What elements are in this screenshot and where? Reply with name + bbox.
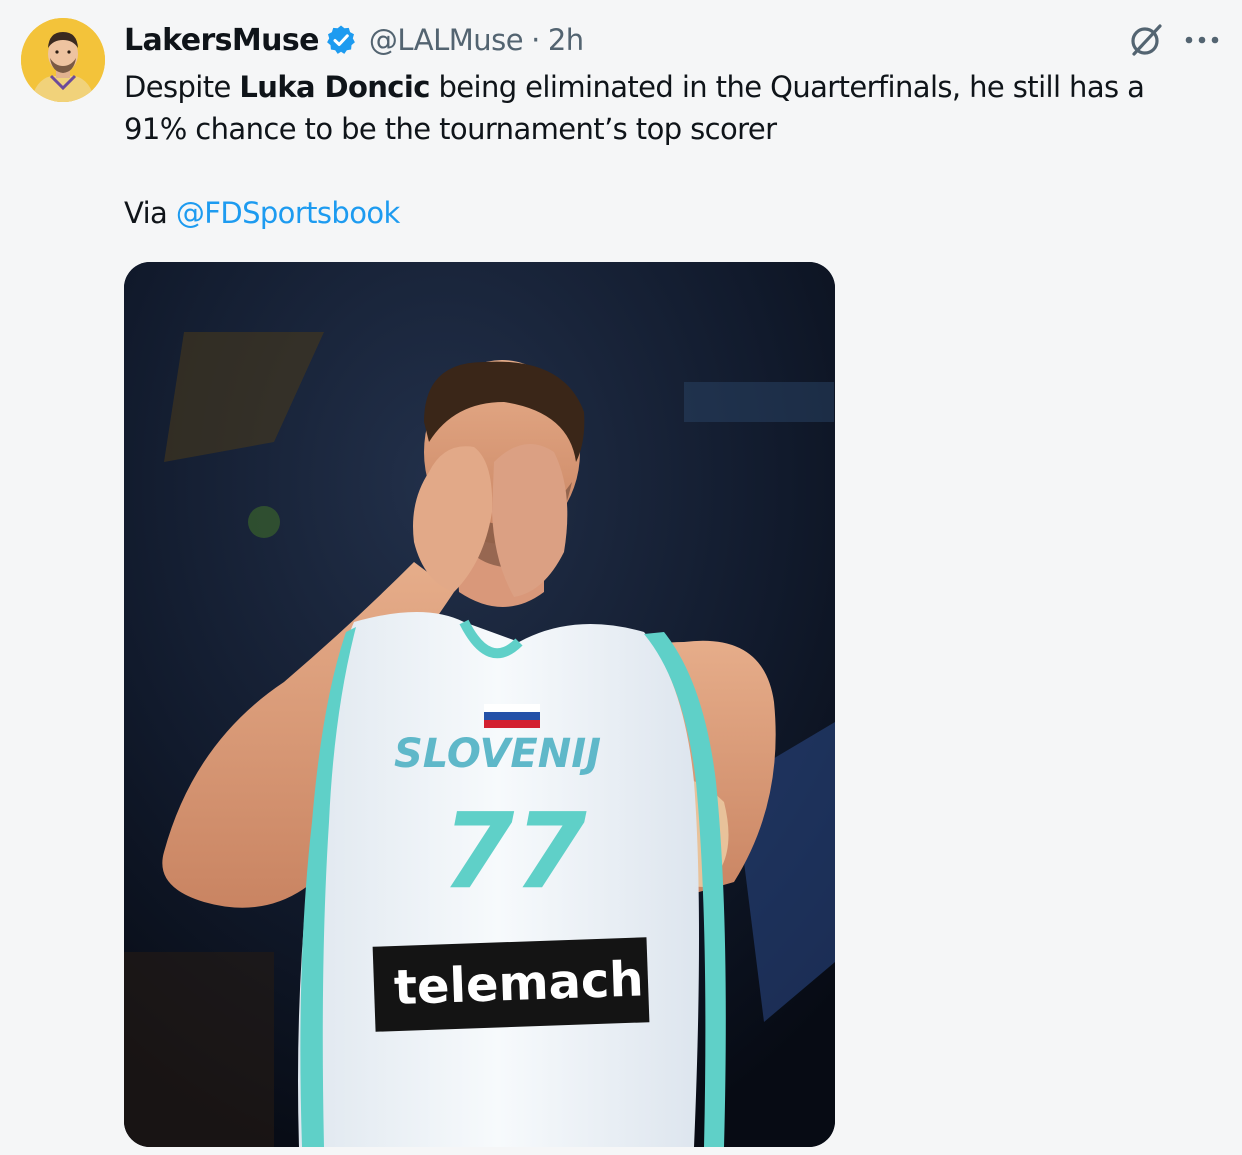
- separator-dot: ·: [531, 23, 540, 57]
- tweet-text-bold: Luka Doncic: [239, 70, 430, 104]
- timestamp[interactable]: 2h: [548, 23, 584, 57]
- jersey-number-text: 77: [442, 790, 587, 912]
- jersey-sponsor-text: telemach: [393, 951, 644, 1016]
- mention-link[interactable]: @FDSportsbook: [176, 196, 400, 230]
- grok-icon[interactable]: [1124, 18, 1168, 62]
- more-dots-icon[interactable]: [1180, 20, 1224, 60]
- verified-badge-icon: [325, 24, 357, 56]
- via-label: Via: [124, 196, 176, 230]
- tweet-header: LakersMuse @LALMuse · 2h: [124, 18, 584, 62]
- avatar[interactable]: [21, 18, 105, 102]
- tweet-text-part1: Despite: [124, 70, 240, 104]
- user-handle[interactable]: @LALMuse: [369, 23, 524, 57]
- player-photo: SLOVENIJ 77 telemach: [124, 262, 835, 1147]
- tweet: LakersMuse @LALMuse · 2h Despite Luka Do…: [0, 0, 1242, 1155]
- avatar-image: [21, 18, 105, 102]
- display-name[interactable]: LakersMuse: [124, 23, 320, 58]
- via-line: Via @FDSportsbook: [124, 192, 400, 234]
- jersey-country-text: SLOVENIJ: [394, 731, 601, 777]
- tweet-text: Despite Luka Doncic being eliminated in …: [124, 66, 1204, 150]
- tweet-media-image[interactable]: SLOVENIJ 77 telemach: [124, 262, 835, 1147]
